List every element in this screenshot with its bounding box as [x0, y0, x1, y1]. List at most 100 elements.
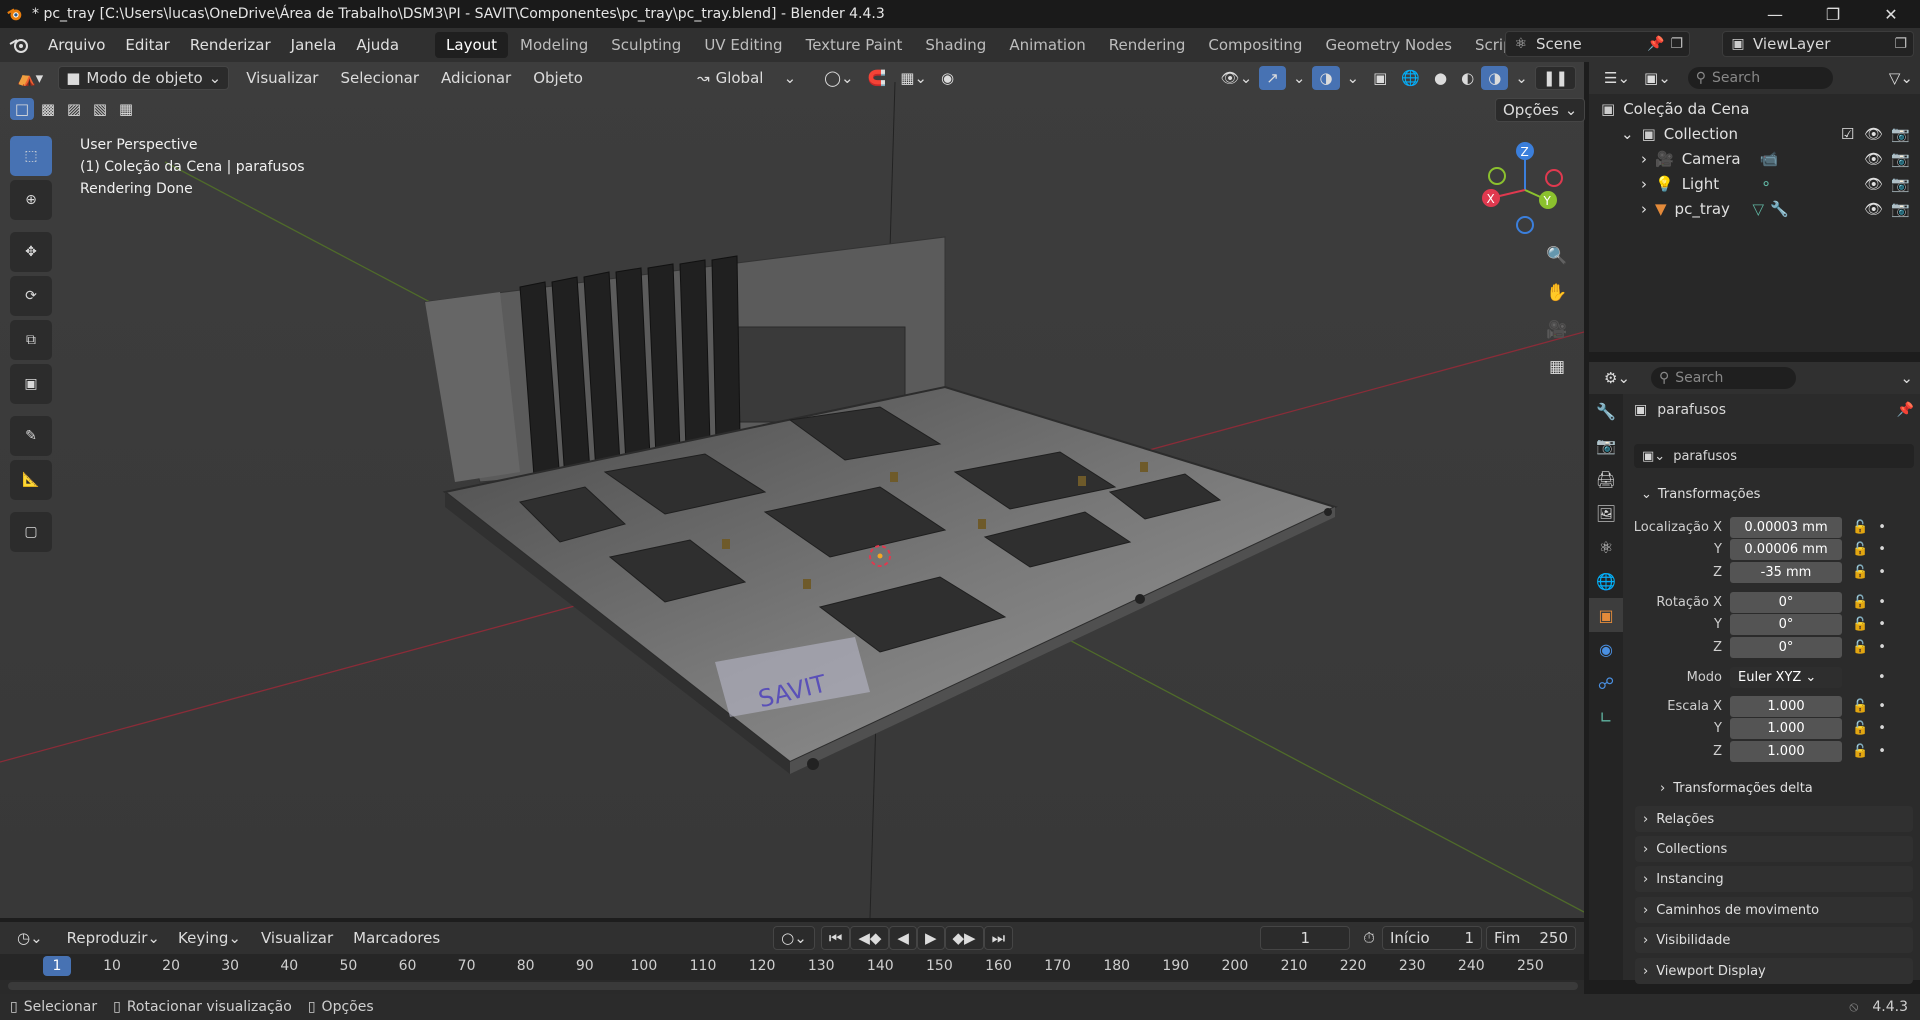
gizmo-toggle-icon[interactable]: ↗ [1259, 66, 1286, 90]
blender-menu-icon[interactable] [0, 36, 38, 54]
tab-modeling[interactable]: Modeling [509, 32, 599, 58]
solid-shading-icon[interactable]: ● [1427, 66, 1454, 90]
outliner-item-pc-tray[interactable]: › ▼ pc_tray ▽ 🔧 👁 📷 [1589, 196, 1920, 221]
render-camera-icon[interactable]: 📷 [1891, 175, 1910, 193]
scale-x-field[interactable]: 1.000 [1730, 695, 1842, 717]
delta-transform-header[interactable]: › Transformações delta [1652, 775, 1912, 801]
keyframe-dot-icon[interactable]: • [1878, 670, 1886, 685]
snap-target-icon[interactable]: ▦⌄ [893, 66, 934, 90]
tab-layout[interactable]: Layout [435, 32, 509, 58]
pause-render-icon[interactable]: ❚❚ [1534, 66, 1576, 90]
overlays-dropdown-icon[interactable]: ⌄ [1340, 66, 1367, 90]
rendered-shading-icon[interactable]: ◑ [1481, 66, 1509, 90]
keyframe-dot-icon[interactable]: • [1878, 640, 1886, 655]
cursor-tool-icon[interactable]: ⊕ [10, 180, 52, 220]
measure-tool-icon[interactable]: 📐 [10, 460, 52, 500]
select-intersect-icon[interactable]: ▦ [114, 98, 138, 120]
output-tab-icon[interactable]: 🖨 [1589, 462, 1623, 496]
ortho-grid-icon[interactable]: ▦ [1541, 351, 1573, 383]
close-icon[interactable]: ✕ [1862, 0, 1920, 28]
move-tool-icon[interactable]: ✥ [10, 232, 52, 272]
keyframe-dot-icon[interactable]: • [1878, 520, 1886, 535]
render-camera-icon[interactable]: 📷 [1891, 125, 1910, 143]
transform-tool-icon[interactable]: ▣ [10, 364, 52, 404]
relations-panel-header[interactable]: › Relações [1635, 806, 1913, 832]
tab-compositing[interactable]: Compositing [1197, 32, 1313, 58]
zoom-icon[interactable]: 🔍 [1541, 240, 1573, 272]
collections-panel-header[interactable]: › Collections [1635, 836, 1913, 862]
rotation-z-field[interactable]: 0° [1730, 636, 1842, 658]
eye-icon[interactable]: 👁 [1864, 200, 1883, 218]
constraints-tab-icon[interactable]: ☍ [1589, 666, 1623, 700]
keyframe-dot-icon[interactable]: • [1878, 542, 1886, 557]
rotation-x-field[interactable]: 0° [1730, 591, 1842, 613]
viewport-display-panel-header[interactable]: › Viewport Display [1635, 958, 1913, 984]
keyframe-dot-icon[interactable]: • [1878, 565, 1886, 580]
outliner-editor-icon[interactable]: ☰⌄ [1597, 66, 1637, 90]
start-frame-field[interactable]: Início 1 [1382, 926, 1482, 950]
select-subtract-icon[interactable]: ▨ [62, 98, 86, 120]
options-dropdown[interactable]: Opções ⌄ [1495, 98, 1586, 122]
rotation-mode-dropdown[interactable]: Euler XYZ ⌄ [1730, 666, 1842, 688]
scene-selector[interactable]: ⚛ Scene 📌 ❐ [1505, 31, 1690, 57]
timeline-scrollbar[interactable] [8, 982, 1578, 990]
tab-shading[interactable]: Shading [914, 32, 997, 58]
lock-icon[interactable]: 🔓 [1852, 520, 1868, 535]
jump-end-icon[interactable]: ⏭ [983, 926, 1014, 950]
prev-keyframe-icon[interactable]: ◀◆ [850, 926, 890, 950]
keyframe-dot-icon[interactable]: • [1878, 721, 1886, 736]
visibility-panel-header[interactable]: › Visibilidade [1635, 927, 1913, 953]
play-icon[interactable]: ▶ [916, 926, 945, 950]
camera-view-icon[interactable]: 🎥 [1541, 314, 1573, 346]
minimize-icon[interactable]: — [1746, 0, 1804, 28]
location-z-field[interactable]: -35 mm [1730, 561, 1842, 583]
lock-icon[interactable]: 🔓 [1852, 721, 1868, 736]
select-new-icon[interactable]: □ [10, 98, 34, 120]
lock-icon[interactable]: 🔓 [1852, 565, 1868, 580]
lock-icon[interactable]: 🔓 [1852, 699, 1868, 714]
menu-editar[interactable]: Editar [115, 28, 179, 62]
render-tab-icon[interactable]: 📷 [1589, 428, 1623, 462]
menu-selecionar[interactable]: Selecionar [333, 66, 426, 90]
scale-y-field[interactable]: 1.000 [1730, 717, 1842, 739]
select-box-tool-icon[interactable]: ⬚ [10, 136, 52, 176]
add-cube-tool-icon[interactable]: ▢ [10, 512, 52, 552]
transform-panel-header[interactable]: ⌄ Transformações [1635, 481, 1913, 507]
menu-adicionar[interactable]: Adicionar [434, 66, 518, 90]
menu-visualizar[interactable]: Visualizar [254, 926, 340, 950]
playhead[interactable]: 1 [43, 956, 71, 976]
tool-tab-icon[interactable]: 🔧 [1589, 394, 1623, 428]
jump-start-icon[interactable]: ⏮ [820, 926, 851, 950]
pan-hand-icon[interactable]: ✋ [1541, 277, 1573, 309]
eye-icon[interactable]: 👁 [1864, 125, 1883, 143]
restore-icon[interactable]: ❐ [1804, 0, 1862, 28]
tab-sculpting[interactable]: Sculpting [600, 32, 692, 58]
editor-type-icon[interactable]: ⛺▾ [10, 66, 50, 90]
menu-keying[interactable]: Keying ⌄ [171, 926, 248, 950]
current-frame-field[interactable]: 1 [1260, 926, 1351, 950]
end-frame-field[interactable]: Fim 250 [1486, 926, 1576, 950]
keyframe-dot-icon[interactable]: • [1878, 699, 1886, 714]
properties-editor-icon[interactable]: ⚙⌄ [1597, 366, 1637, 390]
menu-janela[interactable]: Janela [281, 28, 347, 62]
new-viewlayer-icon[interactable]: ❐ [1894, 36, 1907, 52]
pin-icon[interactable]: 📌 [1897, 402, 1914, 418]
motion-paths-panel-header[interactable]: › Caminhos de movimento [1635, 897, 1913, 923]
lock-icon[interactable]: 🔓 [1852, 617, 1868, 632]
filter-icon[interactable]: ▽⌄ [1882, 66, 1920, 90]
tab-uv-editing[interactable]: UV Editing [693, 32, 793, 58]
menu-visualizar[interactable]: Visualizar [239, 66, 325, 90]
scale-z-field[interactable]: 1.000 [1730, 740, 1842, 762]
instancing-panel-header[interactable]: › Instancing [1635, 866, 1913, 892]
chevron-down-icon[interactable]: ⌄ [1893, 366, 1920, 390]
outliner-root-row[interactable]: ▣ Coleção da Cena [1589, 96, 1920, 121]
keyframe-dot-icon[interactable]: • [1878, 744, 1886, 759]
proportional-edit-icon[interactable]: ◉ [934, 66, 961, 90]
rotation-y-field[interactable]: 0° [1730, 613, 1842, 635]
physics-tab-icon[interactable]: ◉ [1589, 632, 1623, 666]
keyframe-dot-icon[interactable]: • [1878, 617, 1886, 632]
wireframe-shading-icon[interactable]: 🌐 [1394, 66, 1427, 90]
lock-icon[interactable]: 🔓 [1852, 640, 1868, 655]
pin-icon[interactable]: 📌 [1647, 36, 1664, 52]
outliner-item-light[interactable]: › 💡 Light ⚬ 👁 📷 [1589, 171, 1920, 196]
